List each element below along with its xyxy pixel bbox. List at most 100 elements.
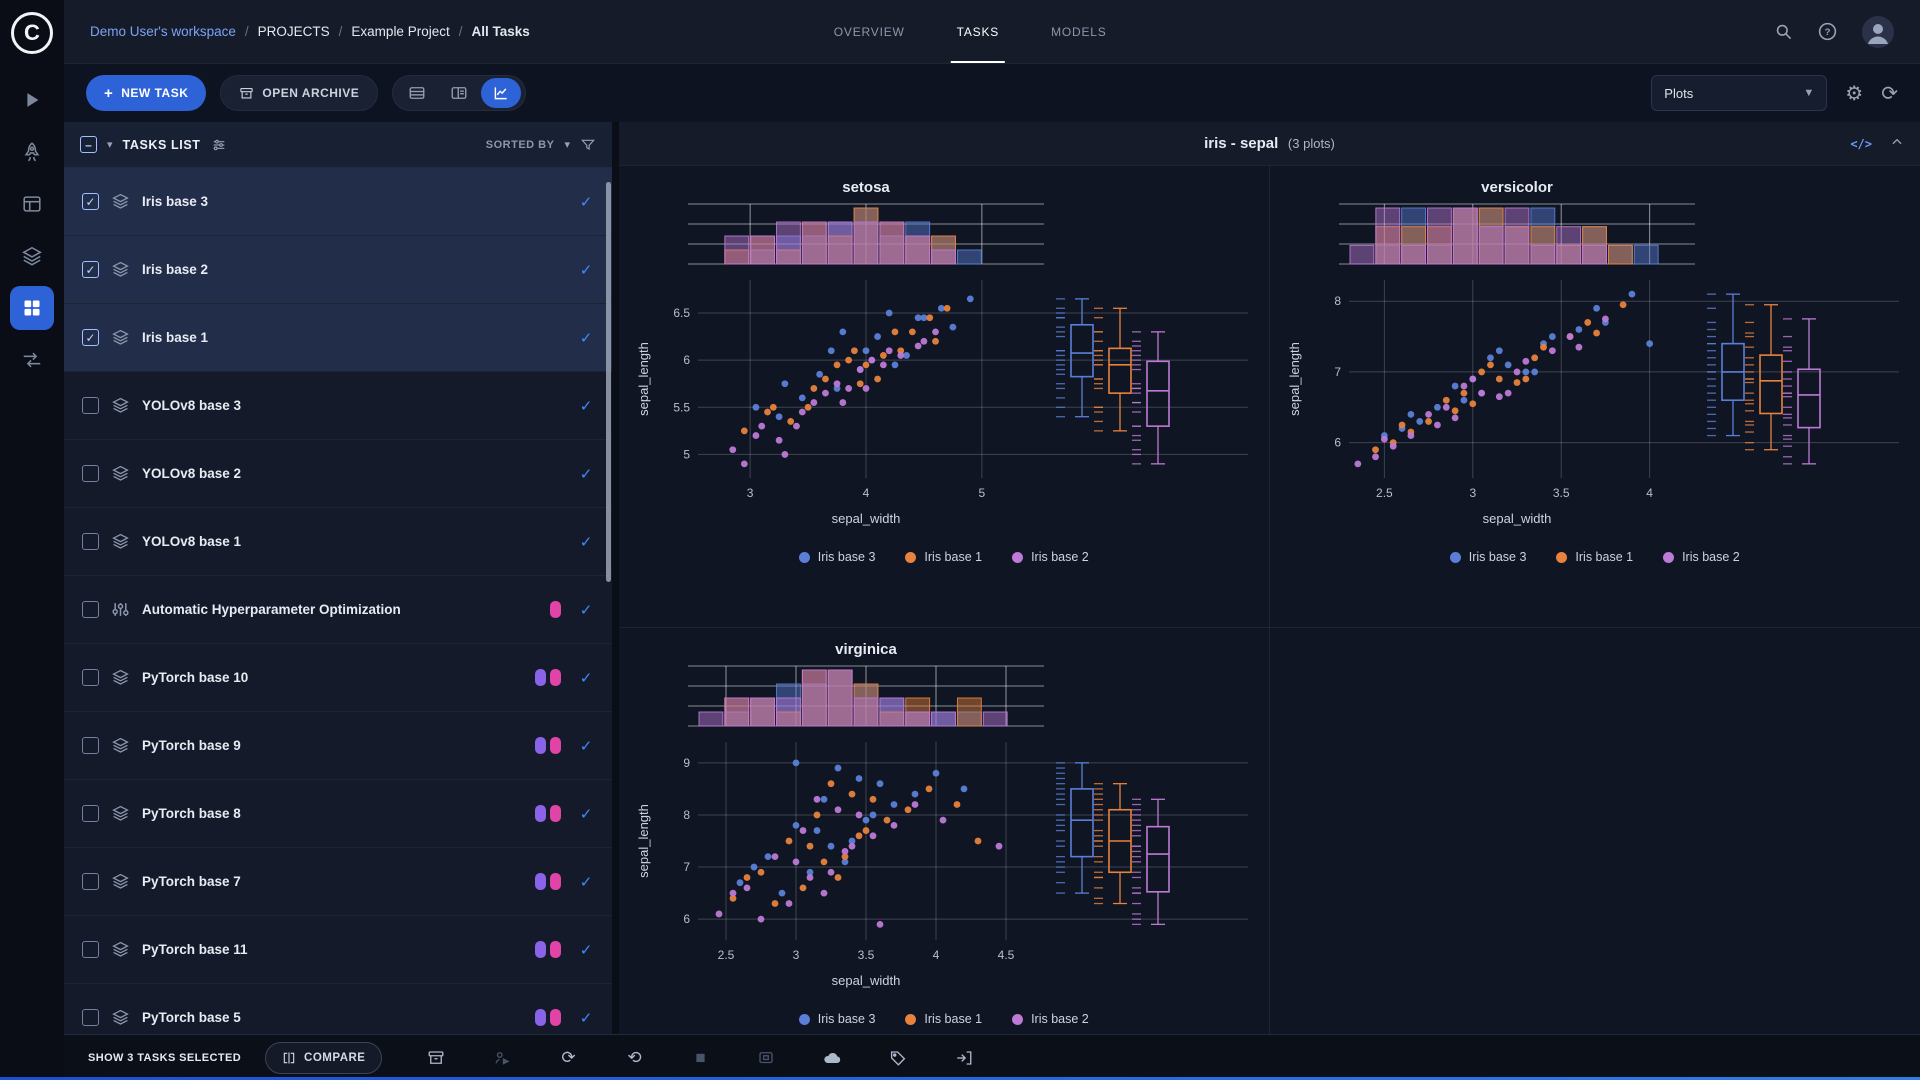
select-all-checkbox[interactable]: – [80, 136, 97, 153]
svg-text:8: 8 [1334, 294, 1341, 308]
task-checkbox[interactable] [82, 397, 99, 414]
task-tag [550, 941, 561, 958]
table-view-icon[interactable] [397, 78, 437, 108]
chart-setosa[interactable]: setosa34555.566.5sepal_widthsepal_length [627, 176, 1261, 548]
tags-icon[interactable] [886, 1046, 910, 1070]
compare-button[interactable]: COMPARE [265, 1042, 382, 1074]
task-row[interactable]: Automatic Hyperparameter Optimization✓ [64, 576, 612, 644]
task-type-icon [112, 873, 129, 890]
help-icon[interactable]: ? [1817, 21, 1838, 42]
task-row[interactable]: ✓Iris base 2✓ [64, 236, 612, 304]
legend-item[interactable]: Iris base 2 [1012, 550, 1089, 564]
collapse-icon[interactable] [1890, 135, 1904, 152]
apps-icon[interactable] [10, 78, 54, 122]
chevron-down-icon[interactable]: ▾ [564, 138, 570, 151]
task-checkbox[interactable] [82, 601, 99, 618]
legend-item[interactable]: Iris base 3 [1450, 550, 1527, 564]
task-type-icon [112, 1009, 129, 1026]
breadcrumb-projects[interactable]: PROJECTS [258, 24, 330, 39]
tab-tasks[interactable]: TASKS [957, 0, 999, 63]
chart-versicolor[interactable]: versicolor2.533.54678sepal_widthsepal_le… [1278, 176, 1913, 548]
task-row[interactable]: PyTorch base 9✓ [64, 712, 612, 780]
legend-item[interactable]: Iris base 2 [1663, 550, 1740, 564]
chart-legend: Iris base 3 Iris base 1 Iris base 2 [627, 550, 1261, 564]
status-completed-icon: ✓ [574, 193, 598, 211]
svg-text:5.5: 5.5 [673, 400, 690, 414]
svg-text:4: 4 [932, 948, 939, 962]
publish-cloud-icon[interactable] [820, 1046, 844, 1070]
chevron-down-icon[interactable]: ▾ [107, 138, 113, 151]
move-to-icon[interactable] [952, 1046, 976, 1070]
task-checkbox[interactable] [82, 533, 99, 550]
dashboard-icon[interactable] [10, 182, 54, 226]
search-icon[interactable] [1774, 22, 1793, 41]
gear-icon[interactable]: ⚙ [1845, 81, 1863, 106]
task-checkbox[interactable]: ✓ [82, 329, 99, 346]
open-archive-button[interactable]: OPEN ARCHIVE [220, 75, 378, 111]
svg-text:sepal_length: sepal_length [636, 342, 651, 416]
tab-models[interactable]: MODELS [1051, 0, 1106, 63]
projects-icon[interactable] [10, 286, 54, 330]
tasks-list-title: TASKS LIST [123, 138, 201, 152]
task-row[interactable]: YOLOv8 base 1✓ [64, 508, 612, 576]
task-checkbox[interactable] [82, 737, 99, 754]
task-row[interactable]: PyTorch base 10✓ [64, 644, 612, 712]
task-checkbox[interactable] [82, 1009, 99, 1026]
metric-variant-select[interactable]: Plots ▼ [1651, 75, 1827, 111]
breadcrumb-all-tasks[interactable]: All Tasks [471, 24, 529, 39]
legend-item[interactable]: Iris base 2 [1012, 1012, 1089, 1026]
compare-label: COMPARE [304, 1052, 365, 1064]
task-row[interactable]: PyTorch base 5✓ [64, 984, 612, 1034]
legend-item[interactable]: Iris base 3 [799, 1012, 876, 1026]
chart-virginica[interactable]: virginica2.533.544.56789sepal_widthsepal… [627, 638, 1261, 1010]
tasks-scrollbar[interactable] [606, 182, 611, 582]
breadcrumb-workspace[interactable]: Demo User's workspace [90, 24, 236, 39]
task-checkbox[interactable] [82, 805, 99, 822]
task-row[interactable]: PyTorch base 8✓ [64, 780, 612, 848]
chart-view-icon[interactable] [481, 78, 521, 108]
task-type-icon [112, 193, 129, 210]
auto-refresh-icon[interactable]: ⟳ [1881, 81, 1898, 106]
svg-text:6: 6 [683, 353, 690, 367]
task-checkbox[interactable] [82, 465, 99, 482]
sorted-by-button[interactable]: SORTED BY [486, 139, 555, 151]
avatar[interactable] [1862, 16, 1894, 48]
split-view-icon[interactable] [439, 78, 479, 108]
task-name: Iris base 1 [142, 330, 548, 345]
filter-icon[interactable] [580, 137, 596, 153]
footer-actions: ⟳ ⟲ ■ [424, 1046, 976, 1070]
archive-icon [239, 86, 254, 101]
legend-item[interactable]: Iris base 1 [905, 1012, 982, 1026]
legend-item[interactable]: Iris base 3 [799, 550, 876, 564]
task-checkbox[interactable] [82, 669, 99, 686]
archive-icon[interactable] [424, 1046, 448, 1070]
redo-icon[interactable]: ⟳ [556, 1046, 580, 1070]
legend-item[interactable]: Iris base 1 [1556, 550, 1633, 564]
tab-overview[interactable]: OVERVIEW [834, 0, 905, 63]
breadcrumb: Demo User's workspace / PROJECTS / Examp… [90, 24, 530, 39]
pipelines-icon[interactable] [10, 338, 54, 382]
task-checkbox[interactable] [82, 873, 99, 890]
clearml-logo[interactable]: C [11, 12, 53, 54]
datasets-icon[interactable] [10, 234, 54, 278]
reset-icon[interactable]: ⟲ [622, 1046, 646, 1070]
column-settings-icon[interactable] [211, 137, 227, 153]
task-type-icon [112, 261, 129, 278]
task-row[interactable]: ✓Iris base 3✓ [64, 168, 612, 236]
task-row[interactable]: ✓Iris base 1✓ [64, 304, 612, 372]
new-task-button[interactable]: + NEW TASK [86, 75, 206, 111]
code-icon[interactable]: </> [1850, 137, 1872, 151]
breadcrumb-separator: / [339, 24, 343, 39]
task-checkbox[interactable]: ✓ [82, 261, 99, 278]
svg-text:sepal_width: sepal_width [831, 973, 900, 988]
breadcrumb-project[interactable]: Example Project [351, 24, 449, 39]
task-checkbox[interactable] [82, 941, 99, 958]
rocket-icon[interactable] [10, 130, 54, 174]
task-checkbox[interactable]: ✓ [82, 193, 99, 210]
task-row[interactable]: PyTorch base 11✓ [64, 916, 612, 984]
legend-item[interactable]: Iris base 1 [905, 550, 982, 564]
task-row[interactable]: YOLOv8 base 2✓ [64, 440, 612, 508]
task-row[interactable]: YOLOv8 base 3✓ [64, 372, 612, 440]
task-name: PyTorch base 9 [142, 738, 522, 753]
task-row[interactable]: PyTorch base 7✓ [64, 848, 612, 916]
